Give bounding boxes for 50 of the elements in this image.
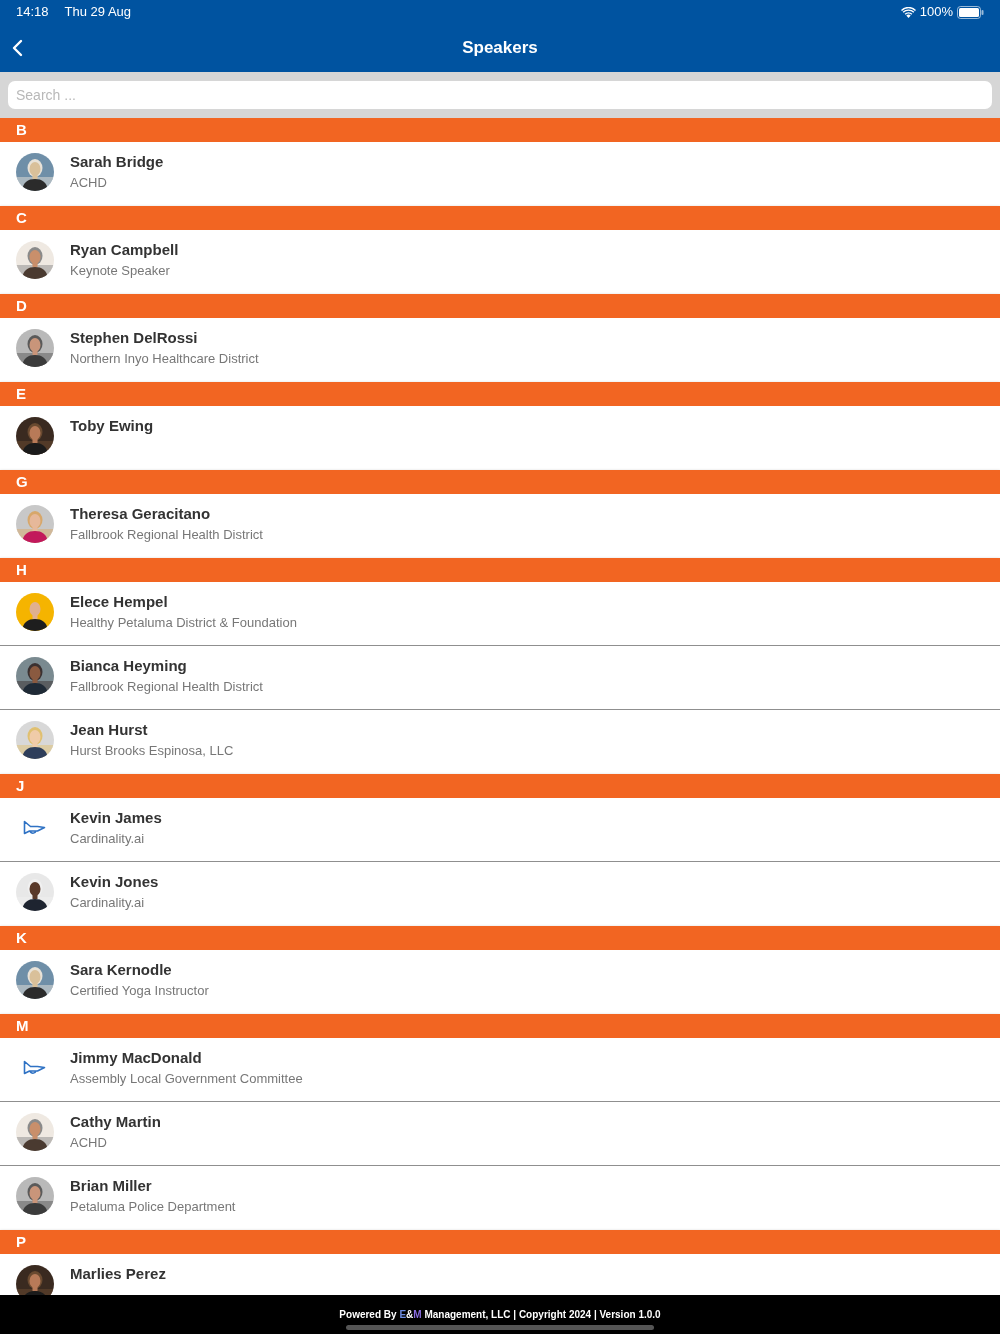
speaker-name: Jimmy MacDonald — [70, 1048, 203, 1068]
speaker-name: Sara Kernodle — [70, 960, 173, 980]
speaker-name: Kevin Jones — [70, 872, 159, 892]
battery-icon — [957, 5, 984, 19]
back-icon — [11, 39, 23, 57]
section-letter: P — [16, 1231, 26, 1252]
speaker-name: Stephen DelRossi — [70, 328, 199, 348]
status-time: 14:18 — [16, 3, 49, 22]
speaker-name: Ryan Campbell — [70, 240, 179, 260]
speaker-name: Cathy Martin — [70, 1112, 161, 1132]
speaker-organization: Healthy Petaluma District & Foundation — [70, 614, 297, 632]
speaker-organization: Fallbrook Regional Health District — [70, 526, 263, 544]
speaker-name: Toby Ewing — [70, 416, 154, 436]
speaker-organization: Cardinality.ai — [70, 894, 146, 912]
speaker-name: Kevin James — [70, 808, 162, 828]
speaker-name: Theresa Geracitano — [70, 504, 212, 524]
section-letter: E — [16, 383, 26, 404]
section-letter: B — [16, 119, 27, 140]
speaker-name: Bianca Heyming — [70, 656, 188, 676]
section-letter: G — [16, 471, 28, 492]
section-letter: H — [16, 559, 27, 580]
speaker-name: Jean Hurst — [70, 720, 149, 740]
speaker-organization: Hurst Brooks Espinosa, LLC — [70, 742, 234, 760]
speaker-name: Marlies Perez — [70, 1264, 166, 1284]
speaker-name: Elece Hempel — [70, 592, 169, 612]
speaker-organization: Northern Inyo Healthcare District — [70, 350, 259, 368]
status-date: Thu 29 Aug — [64, 3, 132, 22]
speaker-organization: Keynote Speaker — [70, 262, 171, 280]
speaker-organization: Cardinality.ai — [70, 830, 146, 848]
speaker-organization: Certified Yoga Instructor — [70, 982, 209, 1000]
speaker-organization: ACHD — [70, 174, 108, 192]
page-title: Speakers — [462, 37, 538, 60]
wifi-icon — [900, 6, 916, 18]
speaker-organization: Assembly Local Government Committee — [70, 1070, 303, 1088]
megaphone-icon — [23, 1060, 47, 1076]
section-letter: M — [16, 1015, 29, 1036]
section-letter: K — [16, 927, 27, 948]
speaker-name: Sarah Bridge — [70, 152, 164, 172]
back-button[interactable] — [10, 38, 24, 58]
speaker-organization: Petaluma Police Department — [70, 1198, 236, 1216]
speaker-organization: Fallbrook Regional Health District — [70, 678, 263, 696]
section-letter: J — [16, 775, 25, 796]
speaker-organization: ACHD — [70, 1134, 108, 1152]
speaker-name: Brian Miller — [70, 1176, 153, 1196]
megaphone-icon — [23, 820, 47, 836]
search-field[interactable]: Search ... — [8, 81, 992, 109]
battery-percent: 100% — [919, 3, 953, 22]
section-letter: C — [16, 207, 27, 228]
footer-text: Powered By E&M Management, LLC | Copyright 2024 | Version 1.0.0 — [339, 1308, 661, 1322]
section-letter: D — [16, 295, 27, 316]
